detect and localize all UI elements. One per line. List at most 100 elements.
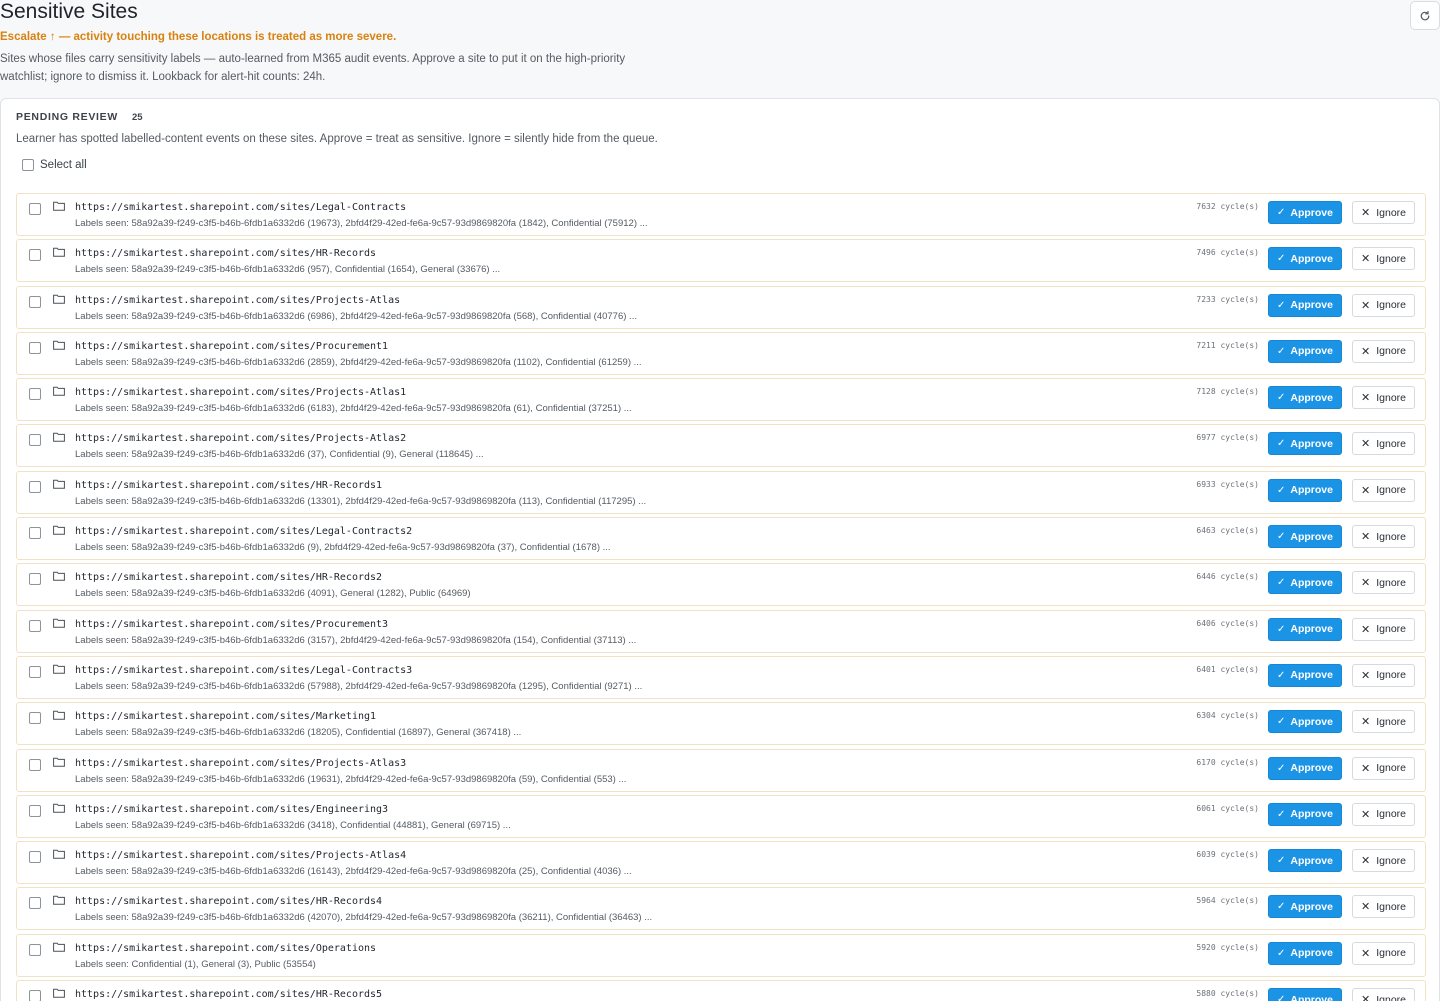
site-row-checkbox[interactable] (29, 203, 41, 215)
select-all[interactable]: Select all (16, 159, 87, 171)
site-cycle-count: 6406 cycle(s) (1196, 618, 1259, 628)
site-row-checkbox[interactable] (29, 665, 41, 678)
ignore-button[interactable]: ✕ Ignore (1352, 895, 1415, 919)
approve-button[interactable]: ✓ Approve (1268, 988, 1342, 1001)
ignore-button[interactable]: ✕ Ignore (1352, 478, 1415, 502)
refresh-button[interactable] (1410, 1, 1440, 30)
approve-button[interactable]: ✓ Approve (1268, 571, 1342, 595)
ignore-button[interactable]: ✕ Ignore (1352, 802, 1415, 826)
approve-button[interactable]: ✓ Approve (1268, 849, 1342, 873)
approve-label: Approve (1290, 437, 1333, 450)
ignore-label: Ignore (1376, 715, 1406, 728)
ignore-button[interactable]: ✕ Ignore (1352, 339, 1415, 363)
ignore-label: Ignore (1376, 484, 1406, 497)
check-icon: ✓ (1277, 947, 1286, 959)
close-icon: ✕ (1361, 438, 1371, 451)
ignore-button[interactable]: ✕ Ignore (1352, 663, 1415, 687)
ignore-button[interactable]: ✕ Ignore (1352, 247, 1415, 271)
site-row-checkbox[interactable] (29, 619, 41, 632)
ignore-button[interactable]: ✕ Ignore (1352, 849, 1415, 873)
approve-button[interactable]: ✓ Approve (1268, 339, 1342, 363)
site-row-checkbox[interactable] (29, 758, 41, 771)
approve-button[interactable]: ✓ Approve (1268, 525, 1342, 549)
site-row: https://smikartest.sharepoint.com/sites/… (16, 702, 1426, 746)
check-icon: ✓ (1277, 253, 1286, 265)
ignore-button[interactable]: ✕ Ignore (1352, 617, 1415, 641)
approve-button[interactable]: ✓ Approve (1268, 201, 1342, 224)
site-cycle-count: 6170 cycle(s) (1196, 757, 1259, 767)
site-row-checkbox[interactable] (29, 341, 41, 354)
site-row-checkbox[interactable] (29, 295, 41, 308)
ignore-button[interactable]: ✕ Ignore (1352, 571, 1415, 595)
close-icon: ✕ (1361, 947, 1371, 960)
approve-label: Approve (1290, 993, 1333, 1001)
site-url: https://smikartest.sharepoint.com/sites/… (75, 711, 377, 723)
approve-button[interactable]: ✓ Approve (1268, 756, 1342, 780)
close-icon: ✕ (1361, 577, 1371, 590)
site-row: https://smikartest.sharepoint.com/sites/… (16, 980, 1426, 1001)
approve-button[interactable]: ✓ Approve (1268, 710, 1342, 734)
ignore-label: Ignore (1376, 206, 1406, 219)
ignore-button[interactable]: ✕ Ignore (1352, 525, 1415, 549)
ignore-button[interactable]: ✕ Ignore (1352, 201, 1415, 224)
site-row-checkbox[interactable] (29, 712, 41, 725)
site-row-checkbox[interactable] (29, 480, 41, 493)
close-icon: ✕ (1361, 901, 1371, 914)
ignore-button[interactable]: ✕ Ignore (1352, 756, 1415, 780)
approve-label: Approve (1290, 669, 1333, 682)
site-cycle-count: 7496 cycle(s) (1196, 248, 1259, 258)
approve-button[interactable]: ✓ Approve (1268, 247, 1342, 271)
site-row-checkbox[interactable] (29, 851, 41, 864)
site-labels: Labels seen: 58a92a39-f249-c3f5-b46b-6fd… (75, 588, 471, 600)
site-cycle-count: 6446 cycle(s) (1196, 572, 1259, 582)
ignore-button[interactable]: ✕ Ignore (1352, 988, 1415, 1001)
ignore-button[interactable]: ✕ Ignore (1352, 941, 1415, 965)
sensitive-sites-page: Sensitive Sites Escalate ↑ — activity to… (0, 0, 1440, 1001)
approve-button[interactable]: ✓ Approve (1268, 293, 1342, 317)
approve-label: Approve (1290, 484, 1333, 497)
site-row-checkbox[interactable] (29, 249, 41, 262)
site-row-checkbox[interactable] (29, 897, 41, 910)
close-icon: ✕ (1361, 207, 1371, 219)
close-icon: ✕ (1361, 855, 1371, 868)
ignore-label: Ignore (1376, 345, 1406, 358)
page-title: Sensitive Sites (0, 0, 138, 23)
approve-button[interactable]: ✓ Approve (1268, 478, 1342, 502)
close-icon: ✕ (1361, 994, 1371, 1001)
approve-button[interactable]: ✓ Approve (1268, 802, 1342, 826)
folder-icon (53, 572, 65, 582)
site-row-checkbox[interactable] (29, 573, 41, 586)
ignore-label: Ignore (1376, 623, 1406, 636)
approve-label: Approve (1290, 854, 1333, 867)
site-row: https://smikartest.sharepoint.com/sites/… (16, 841, 1426, 885)
site-url: https://smikartest.sharepoint.com/sites/… (75, 803, 389, 815)
folder-icon (53, 710, 65, 721)
ignore-button[interactable]: ✕ Ignore (1352, 710, 1415, 734)
approve-button[interactable]: ✓ Approve (1268, 895, 1342, 919)
approve-button[interactable]: ✓ Approve (1268, 432, 1342, 456)
site-row-checkbox[interactable] (29, 943, 41, 956)
site-cycle-count: 6977 cycle(s) (1196, 433, 1259, 443)
approve-button[interactable]: ✓ Approve (1268, 941, 1342, 965)
approve-button[interactable]: ✓ Approve (1268, 386, 1342, 410)
site-row-checkbox[interactable] (29, 388, 41, 401)
approve-label: Approve (1290, 252, 1333, 265)
check-icon: ✓ (1277, 345, 1286, 357)
site-labels: Labels seen: 58a92a39-f249-c3f5-b46b-6fd… (75, 449, 484, 461)
select-all-checkbox[interactable] (22, 159, 34, 171)
check-icon: ✓ (1277, 716, 1286, 728)
ignore-button[interactable]: ✕ Ignore (1352, 432, 1415, 456)
site-row-checkbox[interactable] (29, 804, 41, 817)
approve-button[interactable]: ✓ Approve (1268, 663, 1342, 687)
ignore-button[interactable]: ✕ Ignore (1352, 293, 1415, 317)
site-row-checkbox[interactable] (29, 527, 41, 540)
approve-button[interactable]: ✓ Approve (1268, 617, 1342, 641)
close-icon: ✕ (1361, 623, 1371, 636)
site-row-checkbox[interactable] (29, 434, 41, 447)
close-icon: ✕ (1361, 253, 1371, 266)
site-url: https://smikartest.sharepoint.com/sites/… (75, 248, 377, 260)
ignore-label: Ignore (1376, 391, 1406, 404)
site-row-checkbox[interactable] (29, 990, 41, 1001)
site-labels: Labels seen: 58a92a39-f249-c3f5-b46b-6fd… (75, 634, 637, 646)
ignore-button[interactable]: ✕ Ignore (1352, 386, 1415, 410)
